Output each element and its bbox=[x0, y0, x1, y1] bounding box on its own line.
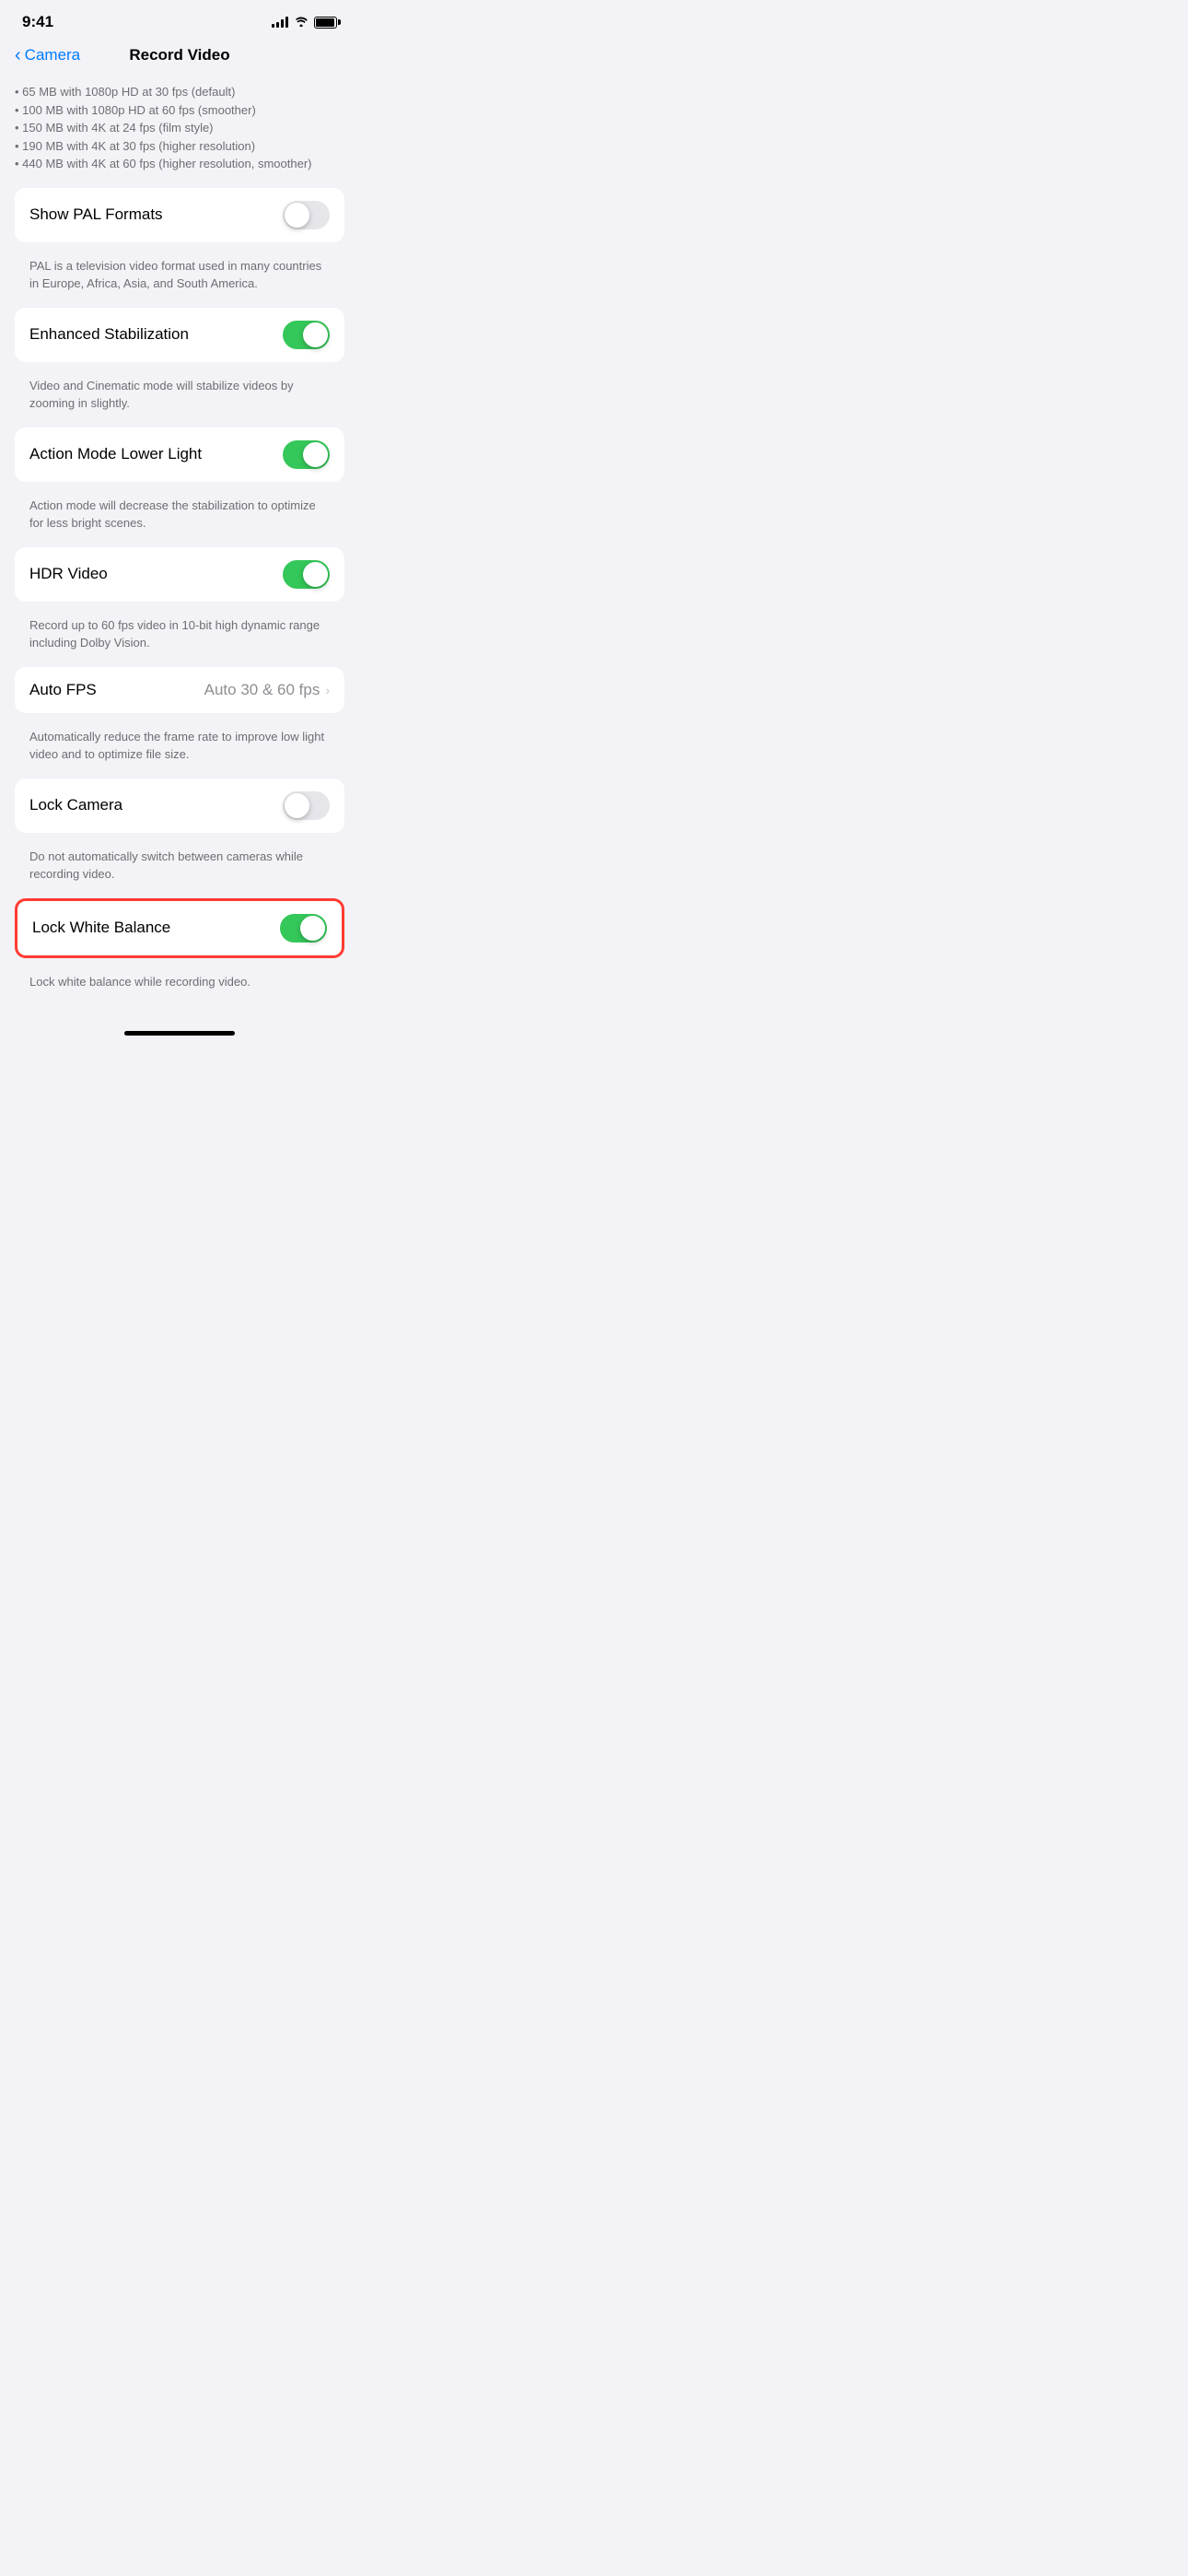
settings-label-action-mode-lower-light: Action Mode Lower Light bbox=[29, 445, 202, 463]
settings-value-text-auto-fps: Auto 30 & 60 fps bbox=[204, 681, 320, 699]
toggle-thumb-enhanced-stabilization bbox=[303, 322, 328, 347]
settings-label-lock-white-balance: Lock White Balance bbox=[32, 919, 170, 937]
settings-row-enhanced-stabilization[interactable]: Enhanced Stabilization bbox=[15, 308, 344, 362]
description-lock-white-balance: Lock white balance while recording video… bbox=[0, 966, 359, 1006]
settings-row-show-pal-formats[interactable]: Show PAL Formats bbox=[15, 188, 344, 242]
settings-group-auto-fps: Auto FPS Auto 30 & 60 fps › bbox=[15, 667, 344, 713]
nav-bar: ‹ Camera Record Video bbox=[0, 39, 359, 76]
settings-row-hdr-video[interactable]: HDR Video bbox=[15, 547, 344, 602]
status-bar: 9:41 bbox=[0, 0, 359, 39]
home-indicator-bar bbox=[124, 1031, 235, 1036]
toggle-hdr-video[interactable] bbox=[283, 560, 330, 589]
settings-group-hdr-video: HDR Video bbox=[15, 547, 344, 602]
settings-row-auto-fps[interactable]: Auto FPS Auto 30 & 60 fps › bbox=[15, 667, 344, 713]
wifi-icon bbox=[294, 16, 309, 29]
storage-info-text: • 65 MB with 1080p HD at 30 fps (default… bbox=[0, 76, 359, 188]
settings-group-lock-camera: Lock Camera bbox=[15, 779, 344, 833]
toggle-thumb-lock-camera bbox=[285, 793, 309, 818]
toggle-lock-camera[interactable] bbox=[283, 791, 330, 820]
description-show-pal-formats: PAL is a television video format used in… bbox=[0, 250, 359, 308]
home-indicator bbox=[0, 1024, 359, 1050]
settings-row-action-mode-lower-light[interactable]: Action Mode Lower Light bbox=[15, 427, 344, 482]
toggle-thumb-show-pal-formats bbox=[285, 203, 309, 228]
chevron-right-icon-auto-fps: › bbox=[325, 683, 330, 697]
settings-group-action-mode-lower-light: Action Mode Lower Light bbox=[15, 427, 344, 482]
settings-label-auto-fps: Auto FPS bbox=[29, 681, 97, 699]
toggle-enhanced-stabilization[interactable] bbox=[283, 321, 330, 349]
description-hdr-video: Record up to 60 fps video in 10-bit high… bbox=[0, 609, 359, 667]
settings-group-show-pal-formats: Show PAL Formats bbox=[15, 188, 344, 242]
description-lock-camera: Do not automatically switch between came… bbox=[0, 840, 359, 898]
back-button[interactable]: ‹ Camera bbox=[15, 46, 80, 64]
toggle-thumb-action-mode-lower-light bbox=[303, 442, 328, 467]
toggle-thumb-hdr-video bbox=[303, 562, 328, 587]
settings-group-lock-white-balance: Lock White Balance bbox=[15, 898, 344, 958]
chevron-left-icon: ‹ bbox=[15, 46, 21, 64]
settings-label-show-pal-formats: Show PAL Formats bbox=[29, 205, 163, 224]
toggle-show-pal-formats[interactable] bbox=[283, 201, 330, 229]
description-action-mode-lower-light: Action mode will decrease the stabilizat… bbox=[0, 489, 359, 547]
battery-icon bbox=[314, 17, 337, 29]
settings-label-hdr-video: HDR Video bbox=[29, 565, 108, 583]
back-label: Camera bbox=[25, 46, 80, 64]
toggle-lock-white-balance[interactable] bbox=[280, 914, 327, 943]
page-title: Record Video bbox=[129, 46, 229, 64]
status-icons bbox=[272, 16, 337, 29]
settings-label-enhanced-stabilization: Enhanced Stabilization bbox=[29, 325, 189, 344]
settings-value-auto-fps: Auto 30 & 60 fps › bbox=[204, 681, 330, 699]
status-time: 9:41 bbox=[22, 13, 53, 31]
signal-icon bbox=[272, 17, 288, 28]
toggle-thumb-lock-white-balance bbox=[300, 916, 325, 941]
settings-group-enhanced-stabilization: Enhanced Stabilization bbox=[15, 308, 344, 362]
toggle-action-mode-lower-light[interactable] bbox=[283, 440, 330, 469]
settings-label-lock-camera: Lock Camera bbox=[29, 796, 122, 814]
description-auto-fps: Automatically reduce the frame rate to i… bbox=[0, 720, 359, 779]
settings-row-lock-white-balance[interactable]: Lock White Balance bbox=[17, 901, 342, 955]
description-enhanced-stabilization: Video and Cinematic mode will stabilize … bbox=[0, 369, 359, 427]
settings-row-lock-camera[interactable]: Lock Camera bbox=[15, 779, 344, 833]
